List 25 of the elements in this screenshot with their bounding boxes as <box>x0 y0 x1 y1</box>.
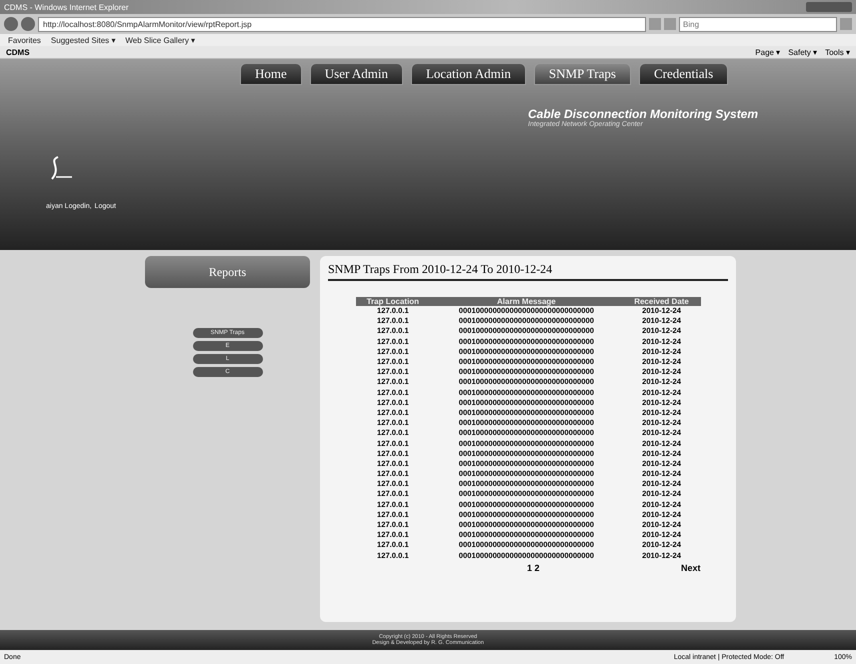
window-title: CDMS - Windows Internet Explorer <box>4 2 128 12</box>
nav-tab[interactable]: Location Admin <box>410 63 526 85</box>
nav-tab[interactable]: User Admin <box>310 63 403 85</box>
back-icon[interactable] <box>4 17 18 31</box>
browser-tab[interactable]: CDMS <box>6 48 30 56</box>
favorites-link[interactable]: Suggested Sites ▾ <box>50 36 116 44</box>
column-header: Trap Location <box>356 297 430 306</box>
nav-tab[interactable]: SNMP Traps <box>534 63 631 85</box>
site-title: Cable Disconnection Monitoring System <box>528 107 758 121</box>
column-header: Alarm Message <box>430 297 623 306</box>
column-header: Received Date <box>622 297 700 306</box>
favorites-button[interactable]: Favorites <box>8 36 41 44</box>
nav-tab[interactable]: Credentials <box>638 63 728 85</box>
sidebar-heading: Reports <box>145 256 310 288</box>
command-menu[interactable]: Tools ▾ <box>825 48 850 56</box>
search-field[interactable]: Bing <box>679 16 837 32</box>
command-menu[interactable]: Page ▾ <box>755 48 780 56</box>
command-menu[interactable]: Safety ▾ <box>788 48 818 56</box>
forward-icon[interactable] <box>21 17 35 31</box>
favorites-link[interactable]: Web Slice Gallery ▾ <box>125 36 196 44</box>
report-title: SNMP Traps From 2010-12-24 To 2010-12-24 <box>328 262 728 281</box>
address-field[interactable]: http://localhost:8080/SnmpAlarmMonitor/view/rptReport.jsp <box>38 16 646 32</box>
page-links[interactable]: 1 2 <box>526 562 540 573</box>
nav-tab[interactable]: Home <box>240 63 302 85</box>
next-link[interactable]: Next <box>680 562 700 573</box>
